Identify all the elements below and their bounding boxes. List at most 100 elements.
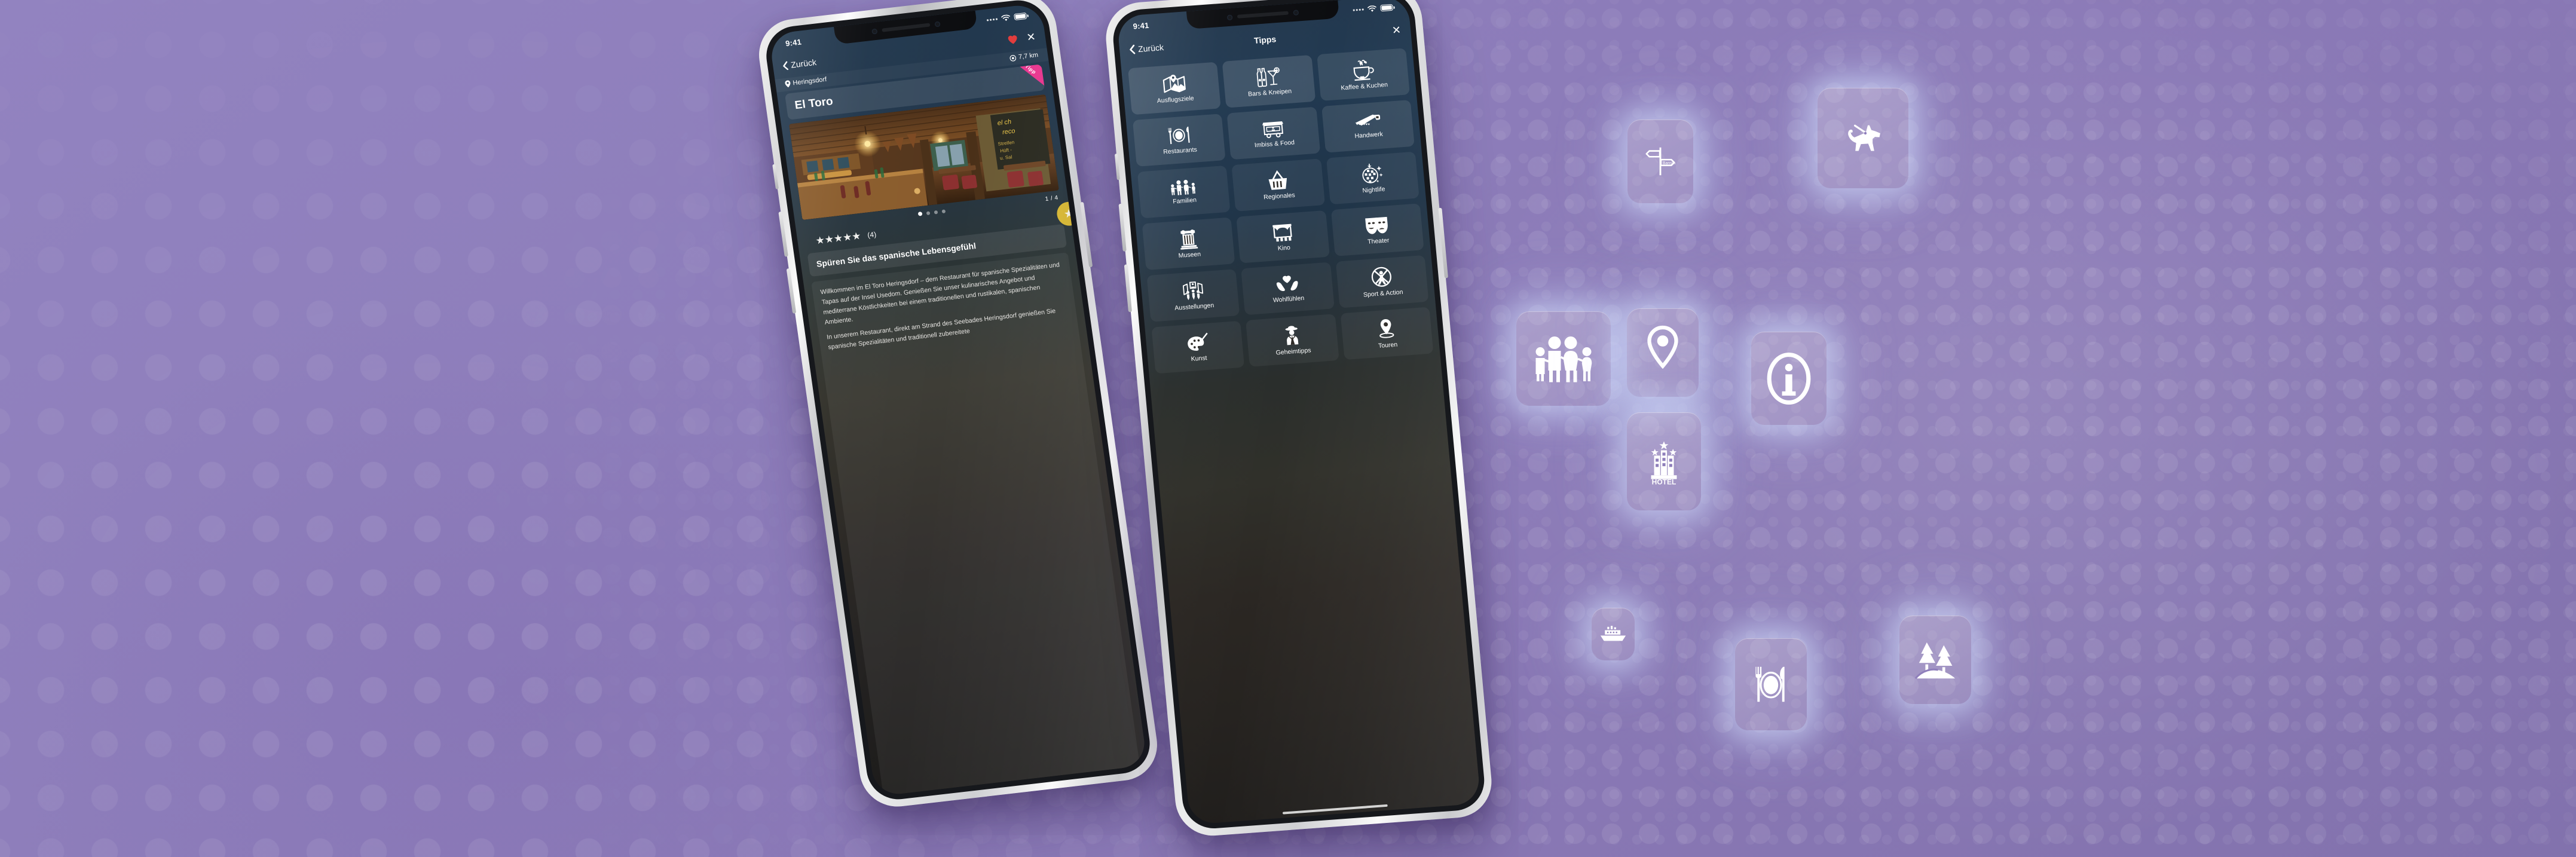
category-label: Ausflugsziele [1157,94,1195,105]
food-truck-icon [1262,121,1284,139]
category-tile-bars-kneipen[interactable]: Bars & Kneipen [1222,54,1315,108]
category-tile-theater[interactable]: Theater [1330,203,1424,256]
map-marker-icon [785,80,791,88]
category-tile-ausflugsziele[interactable]: Ausflugsziele [1128,62,1222,115]
back-button-label: Zurück [1137,42,1164,54]
floating-tile-forest[interactable] [1899,616,1971,704]
floating-tile-hotel[interactable]: HOTEL [1627,412,1701,510]
category-tile-imbiss-food[interactable]: Imbiss & Food [1226,106,1320,160]
back-button[interactable]: Zurück [782,57,817,71]
map-pin-icon [1647,325,1678,369]
category-tile-handwerk[interactable]: Handwerk [1321,100,1415,153]
signpost-icon: Bansin [1645,147,1675,176]
detective-icon [1285,326,1299,345]
category-label: Regionales [1263,191,1296,201]
floating-tile-ship[interactable] [1592,608,1635,660]
category-tile-sport-action[interactable]: Sport & Action [1335,255,1429,308]
gallery-dot[interactable] [934,210,938,215]
rating-count: (4) [867,229,877,240]
signal-dots-icon [986,18,998,22]
exhibition-icon [1182,281,1203,301]
floating-tile-dog[interactable] [1818,88,1908,188]
category-tile-wohlfuehlen[interactable]: Wohlfühlen [1241,262,1335,316]
detail-distance: 7,7 km [1018,51,1039,61]
chevron-left-icon [783,61,788,70]
target-icon [1009,54,1017,62]
status-time: 9:41 [1133,20,1150,31]
floating-tile-info[interactable] [1751,332,1827,425]
category-label: Handwerk [1354,130,1384,140]
category-grid: Ausflugsziele Bars & Kneipen Kaffee & Ku… [1121,43,1480,816]
cutlery-plate-icon [1755,666,1785,702]
category-tile-nightlife[interactable]: Nightlife [1326,151,1419,205]
gallery-dot[interactable] [917,211,923,216]
column-icon [1180,229,1198,250]
category-label: Bars & Kneipen [1247,87,1292,98]
wifi-icon [1367,5,1376,12]
dog-leash-icon [1848,124,1880,151]
svg-text:reco: reco [1002,127,1015,136]
wifi-icon [1001,14,1010,21]
family-group-icon [1535,336,1592,382]
category-tile-ausstellungen[interactable]: Ausstellungen [1146,269,1240,322]
close-icon[interactable]: ✕ [1391,24,1402,36]
map-pin-sheet-icon [1162,74,1186,93]
category-tile-kino[interactable]: Kino [1236,210,1330,264]
category-tile-familien[interactable]: Familien [1137,165,1231,219]
category-tile-kunst[interactable]: Kunst [1151,320,1245,374]
family-icon [1170,180,1195,195]
floating-tile-mappin[interactable] [1627,308,1699,397]
gallery-dot[interactable] [941,209,946,213]
svg-text:Bansin: Bansin [1663,161,1675,166]
cutlery-plate-icon [1168,127,1190,145]
rating-stars: ★★★★★ [815,230,862,247]
status-time: 9:41 [785,37,802,48]
floating-tile-signpost[interactable]: Bansin [1627,120,1693,203]
handsaw-icon [1355,114,1381,126]
category-label: Restaurants [1162,146,1198,156]
floating-tile-family[interactable] [1516,311,1611,406]
detail-body: Willkommen im El Toro Heringsdorf – dem … [811,252,1140,796]
category-tile-kaffee-kuchen[interactable]: Kaffee & Kuchen [1316,48,1410,101]
hotel-icon: HOTEL [1651,440,1677,486]
category-label: Nightlife [1362,185,1385,195]
signal-dots-icon [1353,8,1364,11]
palette-brush-icon [1187,332,1208,351]
category-tile-touren[interactable]: Touren [1340,307,1434,360]
shopping-basket-icon [1268,170,1287,190]
chevron-left-icon [1130,44,1136,54]
category-label: Touren [1378,341,1398,350]
category-tile-geheimtipps[interactable]: Geheimtipps [1246,314,1339,367]
coffee-cup-icon [1353,59,1375,81]
gallery-dot[interactable] [926,210,931,215]
battery-icon [1014,12,1027,21]
category-label: Familien [1172,196,1197,206]
close-icon[interactable]: ✕ [1026,30,1036,44]
svg-text:HOTEL: HOTEL [1652,478,1676,486]
category-tile-restaurants[interactable]: Restaurants [1132,114,1226,167]
category-tile-regionales[interactable]: Regionales [1231,158,1325,212]
cinema-screen-icon [1272,224,1292,242]
category-label: Ausstellungen [1174,301,1214,312]
category-label: Kino [1277,244,1291,252]
category-label: Kaffee & Kuchen [1340,81,1388,92]
bottles-cocktail-icon [1256,67,1280,87]
category-label: Wohlfühlen [1272,294,1305,304]
category-label: Theater [1367,236,1390,246]
back-button[interactable]: Zurück [1128,42,1164,54]
battery-icon [1380,4,1394,12]
category-label: Geheimtipps [1275,347,1312,357]
detail-location: Heringsdorf [792,75,827,87]
page-title: El Toro [794,95,834,112]
info-icon [1767,352,1811,405]
heart-icon[interactable] [1006,33,1019,45]
disco-ball-icon [1362,164,1383,183]
tipp-ribbon: Tipp [1005,64,1045,91]
location-pin-icon [1379,319,1394,338]
theater-masks-icon [1365,216,1388,234]
category-label: Kunst [1191,354,1208,363]
floating-tile-restaurant[interactable] [1735,638,1807,730]
ship-icon [1600,626,1626,641]
category-tile-museen[interactable]: Museen [1142,217,1235,271]
star-badge-icon[interactable]: ★ [1055,200,1083,227]
